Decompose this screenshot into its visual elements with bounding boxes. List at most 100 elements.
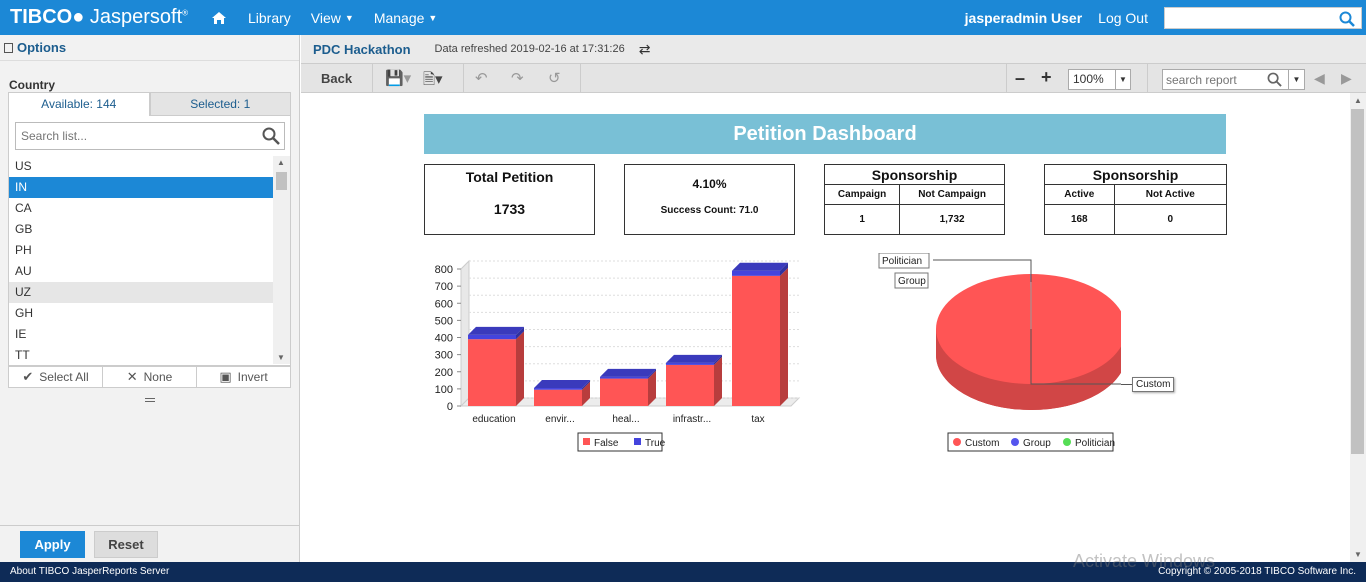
export-icon[interactable]: 🗎▾ — [423, 69, 443, 94]
toolbar-divider — [1006, 64, 1007, 93]
x-tick-label: education — [472, 414, 515, 425]
report-search-field[interactable]: ▼ — [1162, 69, 1305, 90]
search-icon[interactable] — [1267, 72, 1282, 87]
invert-icon: ▣ — [219, 369, 232, 384]
zoom-select[interactable]: 100% ▼ — [1068, 69, 1131, 90]
list-item[interactable]: TT — [9, 345, 273, 364]
report-title: PDC Hackathon — [313, 41, 411, 57]
options-header[interactable]: Options — [0, 35, 299, 61]
chevron-down-icon[interactable]: ▼ — [1115, 70, 1130, 89]
save-icon[interactable]: 💾▾ — [385, 69, 411, 87]
table-title: Sponsorship — [1044, 164, 1227, 185]
list-item[interactable]: PH — [9, 240, 273, 261]
about-link[interactable]: About TIBCO JasperReports Server — [10, 562, 169, 582]
y-tick-label: 700 — [435, 281, 453, 293]
logout-link[interactable]: Log Out — [1090, 10, 1164, 26]
zoom-in-button[interactable]: + — [1041, 67, 1052, 88]
search-icon[interactable] — [262, 127, 280, 145]
scroll-down-icon[interactable]: ▼ — [1354, 550, 1362, 559]
close-icon: ✕ — [126, 369, 138, 384]
select-none-button[interactable]: ✕ None — [103, 367, 197, 387]
tab-available[interactable]: Available: 144 — [8, 92, 150, 116]
total-petition-card: Total Petition 1733 — [424, 164, 595, 235]
scrollbar-thumb[interactable] — [276, 172, 287, 190]
legend-swatch — [583, 438, 590, 445]
previous-page-icon[interactable]: ◀ — [1314, 70, 1325, 87]
y-tick-label: 200 — [435, 367, 453, 379]
petition-category-bar-chart: 0 100 200 300 400 500 600 700 800 education envir.… — [435, 259, 801, 452]
sponsor-type-pie-chart: Politician Group Custom Group Politician — [878, 253, 1121, 452]
bar-top — [732, 262, 788, 271]
undo-icon[interactable]: ↶ — [475, 69, 488, 87]
y-tick-label: 500 — [435, 315, 453, 327]
view-label: View — [310, 9, 341, 26]
app-window: TIBCO● Jaspersoft® Library View ▼ Manage ▼… — [0, 0, 1366, 582]
manage-menu[interactable]: Manage ▼ — [364, 0, 448, 35]
select-all-button[interactable]: ✔ Select All — [9, 367, 103, 387]
legend-swatch — [634, 438, 641, 445]
options-footer: Apply Reset — [0, 525, 299, 562]
bar-segment — [600, 378, 648, 406]
zoom-out-button[interactable]: – — [1015, 68, 1025, 89]
list-item[interactable]: GB — [9, 219, 273, 240]
bar-top — [600, 368, 656, 377]
checkmark-icon: ✔ — [22, 369, 34, 384]
search-icon[interactable] — [1339, 11, 1355, 27]
y-tick-label: 100 — [435, 384, 453, 396]
bar-top — [534, 380, 590, 389]
chevron-down-icon[interactable]: ▼ — [1288, 70, 1304, 89]
bar-side — [780, 267, 788, 406]
list-item[interactable]: IN — [9, 177, 273, 198]
chevron-down-icon: ▼ — [344, 12, 354, 23]
x-tick-label: tax — [751, 414, 764, 425]
invert-selection-button[interactable]: ▣ Invert — [197, 367, 290, 387]
scroll-up-icon[interactable]: ▲ — [277, 158, 285, 167]
collapse-panel-icon[interactable] — [4, 42, 13, 53]
scroll-up-icon[interactable]: ▲ — [1354, 96, 1362, 105]
toolbar-divider — [1147, 64, 1148, 93]
reset-button[interactable]: Reset — [94, 531, 158, 558]
list-item[interactable]: CA — [9, 198, 273, 219]
user-name[interactable]: jasperadmin User — [957, 10, 1091, 26]
back-button[interactable]: Back — [321, 71, 352, 86]
y-tick-label: 800 — [435, 264, 453, 276]
report-scrollbar[interactable]: ▲ ▼ — [1350, 93, 1366, 562]
bar-segment — [534, 388, 582, 390]
pie-callout-label: Politician — [882, 256, 922, 267]
redo-icon[interactable]: ↷ — [511, 69, 524, 87]
list-item[interactable]: US — [9, 156, 273, 177]
report-search-input[interactable] — [1163, 70, 1263, 89]
list-item[interactable]: UZ — [9, 282, 273, 303]
table-title: Sponsorship — [824, 164, 1005, 185]
undo-all-icon[interactable]: ↺ — [548, 69, 561, 87]
library-menu[interactable]: Library — [238, 0, 301, 35]
list-item[interactable]: IE — [9, 324, 273, 345]
resize-handle[interactable] — [145, 398, 155, 402]
list-scrollbar[interactable]: ▲ ▼ — [273, 156, 290, 364]
legend-swatch — [1011, 438, 1019, 446]
list-search-field[interactable] — [15, 122, 285, 150]
home-button[interactable] — [200, 0, 238, 35]
x-tick-label: infrastr... — [673, 414, 711, 425]
next-page-icon[interactable]: ▶ — [1341, 70, 1352, 87]
list-item[interactable]: GH — [9, 303, 273, 324]
column-header: Not Active — [1113, 184, 1228, 205]
table-cell: 1 — [823, 204, 901, 235]
scroll-down-icon[interactable]: ▼ — [277, 353, 285, 362]
bar-segment — [732, 270, 780, 276]
list-search-input[interactable] — [16, 123, 246, 149]
refresh-icon[interactable]: ⇄ — [639, 41, 651, 58]
success-rate-card: 4.10% Success Count: 71.0 — [624, 164, 795, 235]
global-search-input[interactable] — [1164, 6, 1362, 29]
apply-button[interactable]: Apply — [20, 531, 85, 558]
view-menu[interactable]: View ▼ — [301, 0, 364, 35]
pie-callout-label: Group — [898, 276, 926, 287]
pie-slice — [936, 274, 1121, 384]
list-item[interactable]: AU — [9, 261, 273, 282]
scrollbar-thumb[interactable] — [1351, 109, 1364, 454]
legend-label: Politician — [1075, 438, 1115, 449]
table-cell: 1,732 — [899, 204, 1005, 235]
tibco-jaspersoft-logo[interactable]: TIBCO● Jaspersoft® — [0, 6, 200, 29]
column-header: Campaign — [823, 184, 901, 205]
tab-selected[interactable]: Selected: 1 — [149, 92, 291, 116]
